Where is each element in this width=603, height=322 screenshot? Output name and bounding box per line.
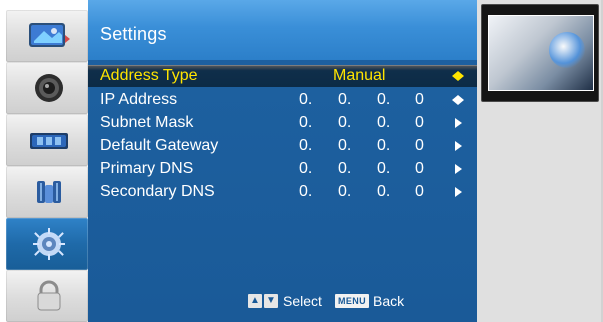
right-arrow-icon [451,185,465,199]
panel-header: Settings [88,0,477,60]
mask-octet-1: 0. [299,114,313,131]
menu-row-secondary-dns[interactable]: Secondary DNS 0. 0. 0. 0 [88,181,477,203]
gear-icon [33,228,65,260]
parental-icon [37,181,61,203]
primary-dns-octet-1: 0. [299,160,313,177]
back-hint: Back [373,293,405,309]
menu-row-ip-address[interactable]: IP Address 0. 0. 0. 0 [88,89,477,111]
primary-dns-octet-4: 0 [415,160,424,177]
panel-title: Settings [100,24,167,44]
timer-icon [30,133,68,149]
gateway-octet-4: 0 [415,137,424,154]
preview-screen [488,15,594,91]
row-label: IP Address [100,91,178,108]
mask-octet-4: 0 [415,114,424,131]
left-right-arrows-icon [451,69,465,83]
ip-octet-4: 0 [415,91,424,108]
gateway-octet-2: 0. [338,137,352,154]
lock-icon [37,280,61,311]
row-label: Default Gateway [100,137,219,154]
picture-icon [29,23,70,47]
row-label: Secondary DNS [100,183,215,200]
mask-octet-2: 0. [338,114,352,131]
row-label: Primary DNS [100,160,194,177]
primary-dns-octet-2: 0. [338,160,352,177]
main-menu-sidebar [0,0,88,322]
sidebar-item-settings[interactable] [6,218,88,270]
sidebar-item-lock[interactable] [6,270,88,322]
footer-hints: ▲ ▼ Select MENU Back [88,290,477,312]
menu-key-icon: MENU [335,294,369,308]
sidebar-item-parental[interactable] [6,166,88,218]
sidebar-item-time[interactable] [6,114,88,166]
secondary-dns-octet-1: 0. [299,183,313,200]
ip-octet-2: 0. [338,91,352,108]
settings-panel: Settings Address Type Manual IP Address … [88,0,477,322]
preview-glow [549,32,585,68]
secondary-dns-octet-2: 0. [338,183,352,200]
menu-row-primary-dns[interactable]: Primary DNS 0. 0. 0. 0 [88,158,477,180]
row-value: Manual [333,67,386,84]
menu-row-default-gateway[interactable]: Default Gateway 0. 0. 0. 0 [88,135,477,157]
ip-octet-1: 0. [299,91,313,108]
sidebar-item-audio[interactable] [6,62,88,114]
right-preview-panel [477,0,603,322]
secondary-dns-octet-4: 0 [415,183,424,200]
preview-thumbnail [481,4,599,102]
menu-row-address-type[interactable]: Address Type Manual [88,65,477,87]
right-arrow-icon [451,162,465,176]
gateway-octet-1: 0. [299,137,313,154]
settings-menu: Address Type Manual IP Address 0. 0. 0. … [88,65,477,285]
right-arrow-icon [451,139,465,153]
down-arrow-key-icon: ▼ [264,294,278,308]
audio-icon [35,74,63,102]
select-hint: Select [283,293,322,309]
row-label: Subnet Mask [100,114,194,131]
sidebar-item-picture[interactable] [6,10,88,62]
mask-octet-3: 0. [377,114,391,131]
secondary-dns-octet-3: 0. [377,183,391,200]
gateway-octet-3: 0. [377,137,391,154]
menu-row-subnet-mask[interactable]: Subnet Mask 0. 0. 0. 0 [88,112,477,134]
primary-dns-octet-3: 0. [377,160,391,177]
right-arrow-icon [451,116,465,130]
left-right-arrows-icon [451,93,465,107]
up-arrow-key-icon: ▲ [248,294,262,308]
row-label: Address Type [100,67,198,84]
ip-octet-3: 0. [377,91,391,108]
